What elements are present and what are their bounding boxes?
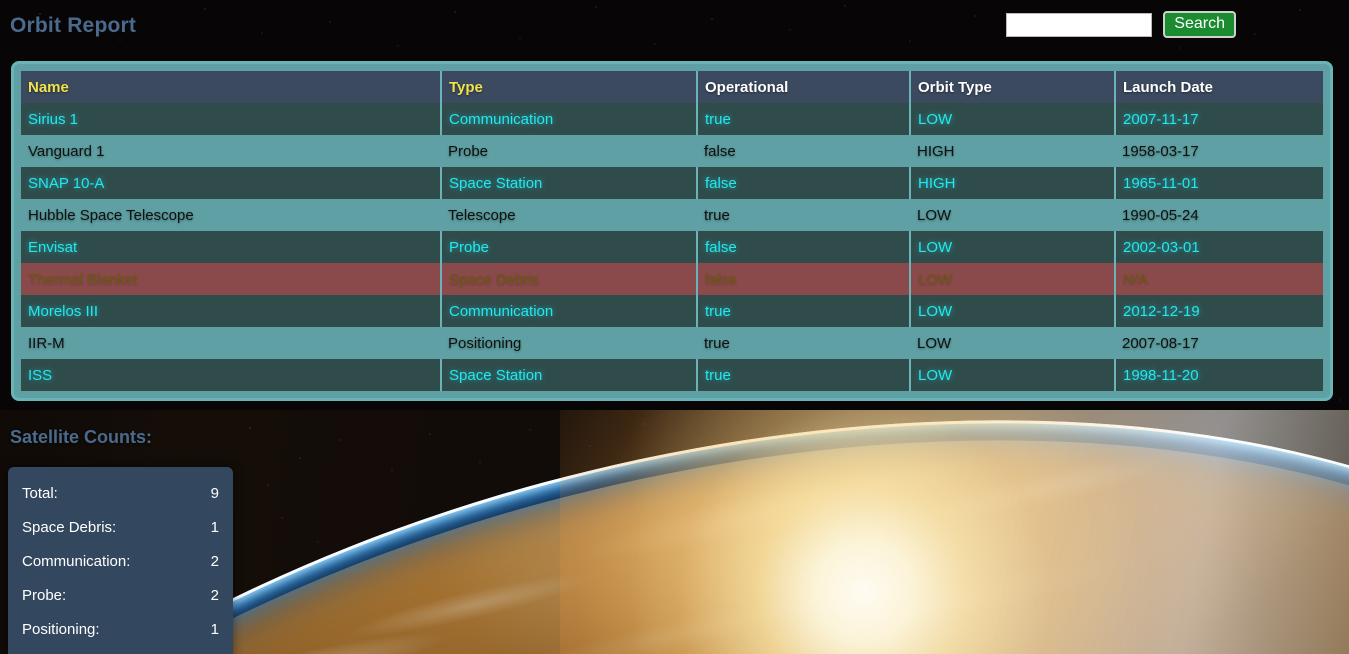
count-row: Communication: 2 xyxy=(22,545,219,579)
cell-operational: true xyxy=(697,359,911,391)
cell-operational: true xyxy=(697,295,911,327)
count-value: 9 xyxy=(210,485,219,502)
cell-name: ISS xyxy=(21,359,442,391)
cell-operational: false xyxy=(697,231,911,263)
cell-name: IIR-M xyxy=(21,327,441,359)
cell-name: Vanguard 1 xyxy=(21,135,441,167)
table-row: Vanguard 1 Probe false HIGH 1958-03-17 xyxy=(21,135,1323,167)
cell-orbit-type: LOW xyxy=(910,295,1116,327)
table-row: Thermal Blanket Space Debris false LOW N/A xyxy=(21,263,1323,295)
cell-operational: true xyxy=(697,327,910,359)
search-form: Search xyxy=(1006,11,1236,38)
count-label: Space Debris: xyxy=(22,519,117,536)
count-row: Probe: 2 xyxy=(22,579,219,613)
table-row: Envisat Probe false LOW 2002-03-01 xyxy=(21,231,1323,263)
report-table-panel: Name Type Operational Orbit Type Launch … xyxy=(11,61,1333,401)
column-header-type[interactable]: Type xyxy=(441,71,698,103)
cell-orbit-type: LOW xyxy=(910,327,1115,359)
count-label: Probe: xyxy=(22,587,67,604)
cell-name: Morelos III xyxy=(21,295,442,327)
cell-operational: false xyxy=(697,167,911,199)
cell-name: Envisat xyxy=(21,231,442,263)
sort-link-type[interactable]: Type xyxy=(449,79,483,96)
sort-link-name[interactable]: Name xyxy=(28,79,69,96)
cell-name: Hubble Space Telescope xyxy=(21,199,441,231)
cell-name: Sirius 1 xyxy=(21,103,442,135)
cell-operational: true xyxy=(697,103,911,135)
cell-launch-date: 1965-11-01 xyxy=(1115,167,1323,199)
cell-type: Space Station xyxy=(441,167,698,199)
table-row: Hubble Space Telescope Telescope true LOW 19… xyxy=(21,199,1323,231)
table-row: Sirius 1 Communication true LOW 2007-11-17 xyxy=(21,103,1323,135)
cell-orbit-type: LOW xyxy=(910,199,1115,231)
count-label: Positioning: xyxy=(22,621,100,638)
count-value: 1 xyxy=(210,519,219,536)
cell-type: Positioning xyxy=(441,327,697,359)
cell-launch-date: N/A xyxy=(1115,263,1323,295)
satellite-counts-panel: Total: 9 Space Debris: 1 Communication: 2 Prob… xyxy=(8,467,233,654)
column-header-orbit-type: Orbit Type xyxy=(910,71,1116,103)
app-root: Orbit Report Search Name Type Operationa… xyxy=(0,0,1349,654)
column-header-operational: Operational xyxy=(697,71,911,103)
cell-launch-date: 1998-11-20 xyxy=(1115,359,1323,391)
count-row: Positioning: 1 xyxy=(22,613,219,647)
cell-type: Telescope xyxy=(441,199,697,231)
cell-type: Space Station xyxy=(441,359,698,391)
cell-operational: true xyxy=(697,199,910,231)
column-header-launch-date: Launch Date xyxy=(1115,71,1323,103)
count-row: Space Station:2 xyxy=(22,647,219,654)
column-header-name[interactable]: Name xyxy=(21,71,442,103)
cell-orbit-type: LOW xyxy=(910,231,1116,263)
cell-launch-date: 1990-05-24 xyxy=(1115,199,1323,231)
search-input[interactable] xyxy=(1006,12,1153,37)
cell-name: Thermal Blanket xyxy=(21,263,442,295)
count-value: 1 xyxy=(210,621,219,638)
table-row: ISS Space Station true LOW 1998-11-20 xyxy=(21,359,1323,391)
count-row: Space Debris: 1 xyxy=(22,511,219,545)
cell-launch-date: 2002-03-01 xyxy=(1115,231,1323,263)
cell-orbit-type: LOW xyxy=(910,359,1116,391)
cell-orbit-type: LOW xyxy=(910,263,1116,295)
cell-type: Communication xyxy=(441,103,698,135)
count-value: 2 xyxy=(210,553,219,570)
count-value: 2 xyxy=(210,587,219,604)
cell-orbit-type: LOW xyxy=(910,103,1116,135)
table-header: Name Type Operational Orbit Type Launch … xyxy=(21,71,1323,103)
cell-operational: false xyxy=(697,263,911,295)
cell-orbit-type: HIGH xyxy=(910,135,1115,167)
cell-type: Space Debris xyxy=(441,263,698,295)
cell-launch-date: 2007-08-17 xyxy=(1115,327,1323,359)
search-button[interactable]: Search xyxy=(1163,11,1236,38)
table-body: Sirius 1 Communication true LOW 2007-11-17 Va… xyxy=(21,103,1323,391)
table-row: Morelos III Communication true LOW 2012-12-1… xyxy=(21,295,1323,327)
satellite-report-table: Name Type Operational Orbit Type Launch … xyxy=(21,71,1323,391)
count-label: Communication: xyxy=(22,553,131,570)
cell-launch-date: 2007-11-17 xyxy=(1115,103,1323,135)
counts-heading: Satellite Counts: xyxy=(10,427,153,447)
page-title: Orbit Report xyxy=(10,14,137,37)
cell-type: Communication xyxy=(441,295,698,327)
table-row: IIR-M Positioning true LOW 2007-08-17 xyxy=(21,327,1323,359)
cell-name: SNAP 10-A xyxy=(21,167,442,199)
page-header: Orbit Report Search xyxy=(0,0,1349,56)
table-row: SNAP 10-A Space Station false HIGH 1965-11-0… xyxy=(21,167,1323,199)
cell-orbit-type: HIGH xyxy=(910,167,1116,199)
count-row: Total: 9 xyxy=(22,477,219,511)
cell-launch-date: 1958-03-17 xyxy=(1115,135,1323,167)
count-label: Total: xyxy=(22,485,58,502)
cell-launch-date: 2012-12-19 xyxy=(1115,295,1323,327)
cell-operational: false xyxy=(697,135,910,167)
table-header-row: Name Type Operational Orbit Type Launch … xyxy=(21,71,1323,103)
cell-type: Probe xyxy=(441,135,697,167)
cell-type: Probe xyxy=(441,231,698,263)
